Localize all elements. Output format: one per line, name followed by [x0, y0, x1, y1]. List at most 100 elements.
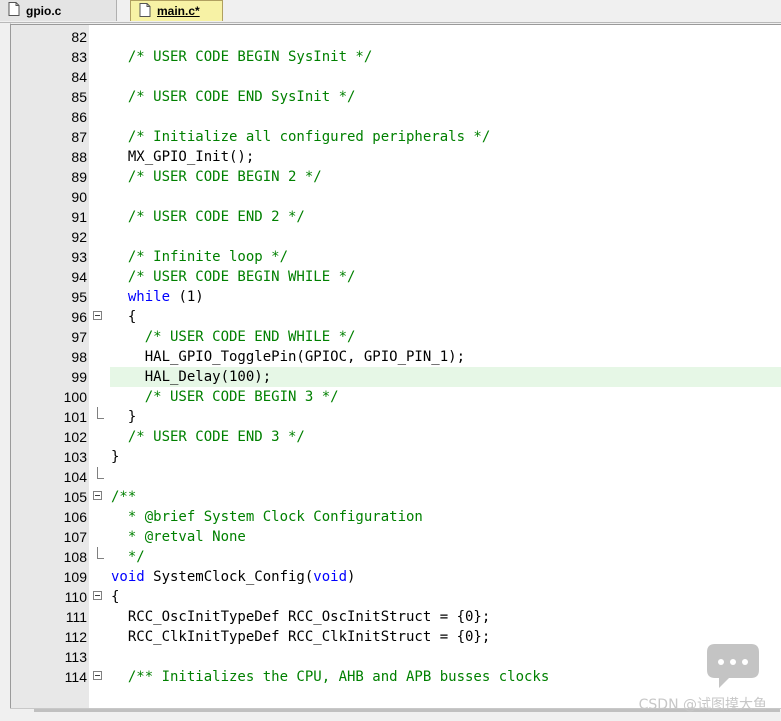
code-line[interactable]: 113 — [11, 647, 781, 667]
code-line[interactable]: 110 { — [11, 587, 781, 607]
code-line[interactable]: 111 RCC_OscInitTypeDef RCC_OscInitStruct… — [11, 607, 781, 627]
line-number: 111 — [65, 609, 87, 625]
code-line[interactable]: 108 */ — [11, 547, 781, 567]
chat-bubble-icon — [707, 644, 759, 688]
code-line[interactable]: 109 void SystemClock_Config(void) — [11, 567, 781, 587]
line-number: 93 — [71, 249, 87, 265]
line-number: 102 — [63, 429, 87, 445]
code-text: /* USER CODE END 2 */ — [111, 209, 305, 225]
code-line[interactable]: 87 /* Initialize all configured peripher… — [11, 127, 781, 147]
code-text: void SystemClock_Config(void) — [111, 569, 356, 585]
code-line[interactable]: 103} — [11, 447, 781, 467]
code-text: /* USER CODE BEGIN SysInit */ — [111, 49, 373, 65]
code-text: { — [111, 589, 120, 605]
code-text: /* USER CODE END WHILE */ — [111, 329, 356, 345]
code-text: /* Initialize all configured peripherals… — [111, 129, 491, 145]
line-number: 100 — [63, 389, 87, 405]
line-number: 109 — [63, 569, 87, 585]
line-number: 94 — [71, 269, 87, 285]
line-number: 105 — [63, 489, 87, 505]
fold-collapse-icon[interactable] — [93, 671, 102, 680]
code-line[interactable]: 97 /* USER CODE END WHILE */ — [11, 327, 781, 347]
code-text: } — [111, 449, 120, 465]
line-number: 84 — [71, 69, 87, 85]
line-number: 82 — [71, 29, 87, 45]
code-line[interactable]: 88 MX_GPIO_Init(); — [11, 147, 781, 167]
code-line[interactable]: 114 /** Initializes the CPU, AHB and APB… — [11, 667, 781, 687]
code-text: /** Initializes the CPU, AHB and APB bus… — [111, 669, 550, 685]
line-number: 113 — [64, 649, 87, 665]
tab-gpio-c[interactable]: gpio.c — [0, 0, 117, 21]
code-text: /* Infinite loop */ — [111, 249, 289, 265]
code-line[interactable]: 104 — [11, 467, 781, 487]
code-line[interactable]: 93 /* Infinite loop */ — [11, 247, 781, 267]
code-editor[interactable]: 82 83 /* USER CODE BEGIN SysInit */ 84 85 /… — [10, 24, 781, 709]
line-number: 95 — [71, 289, 87, 305]
code-text: /* USER CODE BEGIN 3 */ — [111, 389, 339, 405]
code-line[interactable]: 86 — [11, 107, 781, 127]
line-number: 91 — [71, 209, 87, 225]
line-number: 89 — [71, 169, 87, 185]
code-line[interactable]: 112 RCC_ClkInitTypeDef RCC_ClkInitStruct… — [11, 627, 781, 647]
line-number: 108 — [63, 549, 87, 565]
code-text: /* USER CODE BEGIN WHILE */ — [111, 269, 356, 285]
code-line[interactable]: 101 } — [11, 407, 781, 427]
code-line[interactable]: 84 — [11, 67, 781, 87]
code-line[interactable]: 89 /* USER CODE BEGIN 2 */ — [11, 167, 781, 187]
code-text: { — [111, 309, 137, 325]
line-number: 101 — [63, 409, 87, 425]
tab-label: main.c* — [157, 4, 200, 18]
fold-end-marker-icon — [97, 407, 104, 419]
line-number: 104 — [63, 469, 87, 485]
code-text: * @brief System Clock Configuration — [111, 509, 423, 525]
code-line[interactable]: 90 — [11, 187, 781, 207]
editor-tab-bar: gpio.c main.c* — [0, 0, 781, 23]
fold-collapse-icon[interactable] — [93, 591, 102, 600]
code-line[interactable]: 85 /* USER CODE END SysInit */ — [11, 87, 781, 107]
tab-main-c[interactable]: main.c* — [130, 0, 223, 21]
code-text: /** — [111, 489, 137, 505]
code-line[interactable]: 96 { — [11, 307, 781, 327]
code-line[interactable]: 106 * @brief System Clock Configuration — [11, 507, 781, 527]
code-text: while (1) — [127, 289, 204, 305]
code-text: * @retval None — [111, 529, 246, 545]
fold-collapse-icon[interactable] — [93, 491, 102, 500]
code-line[interactable]: 99 HAL_Delay(100); — [11, 367, 781, 387]
line-number: 112 — [64, 629, 87, 645]
document-icon — [139, 2, 151, 20]
code-line[interactable]: 95 while (1) — [11, 287, 781, 307]
line-number: 83 — [71, 49, 87, 65]
code-line[interactable]: 92 — [11, 227, 781, 247]
line-number: 98 — [71, 349, 87, 365]
code-line[interactable]: 82 — [11, 27, 781, 47]
tab-label: gpio.c — [26, 3, 62, 18]
line-number: 114 — [64, 669, 87, 685]
fold-collapse-icon[interactable] — [93, 311, 102, 320]
code-line[interactable]: 102 /* USER CODE END 3 */ — [11, 427, 781, 447]
code-text: */ — [111, 549, 145, 565]
code-line[interactable]: 91 /* USER CODE END 2 */ — [11, 207, 781, 227]
line-number: 86 — [71, 109, 87, 125]
code-line[interactable]: 100 /* USER CODE BEGIN 3 */ — [11, 387, 781, 407]
code-line[interactable]: 83 /* USER CODE BEGIN SysInit */ — [11, 47, 781, 67]
code-line[interactable]: 94 /* USER CODE BEGIN WHILE */ — [11, 267, 781, 287]
code-text: RCC_OscInitTypeDef RCC_OscInitStruct = {… — [111, 609, 491, 625]
csdn-watermark: CSDN @试图摸大鱼 — [639, 694, 767, 714]
line-number: 110 — [64, 589, 87, 605]
line-number: 85 — [71, 89, 87, 105]
line-number: 103 — [63, 449, 87, 465]
line-number: 97 — [71, 329, 87, 345]
code-text: /* USER CODE BEGIN 2 */ — [111, 169, 322, 185]
code-text: MX_GPIO_Init(); — [111, 149, 255, 165]
code-text: HAL_GPIO_TogglePin(GPIOC, GPIO_PIN_1); — [111, 349, 466, 365]
code-line[interactable]: 107 * @retval None — [11, 527, 781, 547]
code-line[interactable]: 98 HAL_GPIO_TogglePin(GPIOC, GPIO_PIN_1)… — [11, 347, 781, 367]
code-line[interactable]: 105 /** — [11, 487, 781, 507]
fold-end-marker-icon — [97, 547, 104, 559]
line-number: 99 — [71, 369, 87, 385]
